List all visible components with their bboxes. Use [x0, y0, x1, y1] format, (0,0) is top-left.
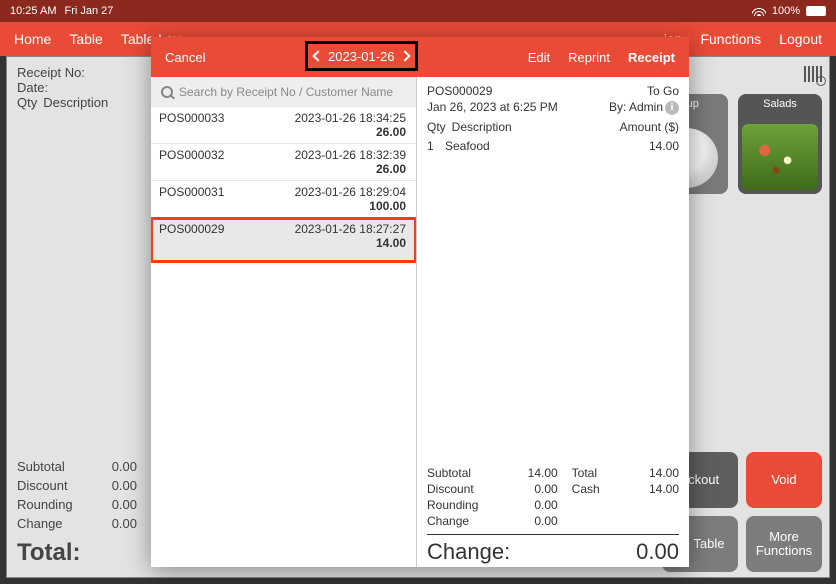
t-discount-l: Discount: [427, 482, 490, 496]
info-icon[interactable]: i: [665, 101, 679, 115]
row-no: POS000029: [159, 222, 224, 236]
item-amt: 14.00: [619, 139, 679, 153]
row-amt: 26.00: [159, 162, 406, 176]
row-ts: 2023-01-26 18:27:27: [295, 222, 406, 236]
detail-when: Jan 26, 2023 at 6:25 PM: [427, 100, 558, 115]
totals-grid: Subtotal 14.00 Total 14.00 Discount 0.00 Ca…: [427, 462, 679, 528]
row-amt: 26.00: [159, 125, 406, 139]
receipt-list-pane: Search by Receipt No / Customer Name POS…: [151, 77, 417, 567]
nav-logout[interactable]: Logout: [779, 31, 822, 47]
big-change-value: 0.00: [636, 539, 679, 565]
date-selector: 2023-01-26: [305, 41, 418, 71]
chevron-left-icon[interactable]: [312, 50, 323, 61]
row-no: POS000032: [159, 148, 224, 162]
more-functions-button[interactable]: More Functions: [746, 516, 822, 572]
t-subtotal-l: Subtotal: [427, 466, 490, 480]
battery-icon: [806, 6, 826, 16]
product-salads[interactable]: Salads: [738, 94, 822, 194]
receipt-lookup-modal: Cancel 2023-01-26 Edit Reprint Receipt S…: [151, 37, 689, 567]
status-time: 10:25 AM: [10, 5, 56, 17]
nav-home[interactable]: Home: [14, 31, 51, 47]
bg-rounding-l: Rounding: [17, 497, 73, 512]
void-button[interactable]: Void: [746, 452, 822, 508]
row-ts: 2023-01-26 18:29:04: [295, 185, 406, 199]
t-discount-v: 0.00: [504, 482, 558, 496]
row-amt: 100.00: [159, 199, 406, 213]
t-cash-l: Cash: [572, 482, 611, 496]
receipt-row[interactable]: POS000031 2023-01-26 18:29:04100.00: [151, 181, 416, 218]
status-bar: 10:25 AM Fri Jan 27 100%: [0, 0, 836, 22]
qty-header: Qty: [17, 95, 37, 110]
tab-receipt[interactable]: Receipt: [628, 50, 675, 65]
nav-table[interactable]: Table: [69, 31, 102, 47]
t-change-l: Change: [427, 514, 490, 528]
big-change-label: Change:: [427, 539, 510, 565]
battery-percent: 100%: [772, 5, 800, 17]
nav-functions[interactable]: Functions: [700, 31, 761, 47]
col-desc: Description: [452, 120, 512, 134]
barcode-icon[interactable]: [804, 66, 822, 82]
bg-subtotal-v: 0.00: [112, 459, 137, 474]
col-qty: Qty: [427, 120, 446, 134]
desc-header: Description: [43, 95, 108, 110]
detail-item-row: 1Seafood14.00: [427, 139, 679, 153]
t-subtotal-v: 14.00: [504, 466, 558, 480]
bg-discount-v: 0.00: [112, 478, 137, 493]
status-date: Fri Jan 27: [64, 5, 113, 17]
row-ts: 2023-01-26 18:34:25: [295, 111, 406, 125]
t-total-v: 14.00: [625, 466, 679, 480]
tab-reprint[interactable]: Reprint: [568, 50, 610, 65]
wifi-icon: [752, 6, 766, 16]
bg-change-v: 0.00: [112, 516, 137, 531]
salad-image: [742, 124, 818, 190]
t-cash-v: 14.00: [625, 482, 679, 496]
row-no: POS000033: [159, 111, 224, 125]
tab-edit[interactable]: Edit: [528, 50, 550, 65]
search-placeholder: Search by Receipt No / Customer Name: [179, 85, 393, 99]
receipt-row[interactable]: POS000029 2023-01-26 18:27:2714.00: [151, 218, 416, 262]
selected-date[interactable]: 2023-01-26: [328, 49, 395, 64]
cancel-button[interactable]: Cancel: [151, 50, 261, 65]
search-input[interactable]: Search by Receipt No / Customer Name: [151, 77, 416, 107]
item-desc: Seafood: [445, 139, 619, 153]
chevron-right-icon[interactable]: [399, 50, 410, 61]
row-no: POS000031: [159, 185, 224, 199]
row-ts: 2023-01-26 18:32:39: [295, 148, 406, 162]
t-rounding-v: 0.00: [504, 498, 558, 512]
t-total-l: Total: [572, 466, 611, 480]
modal-header: Cancel 2023-01-26 Edit Reprint Receipt: [151, 37, 689, 77]
row-amt: 14.00: [159, 236, 406, 250]
bg-subtotal-l: Subtotal: [17, 459, 65, 474]
receipt-detail-pane: POS000029 To Go Jan 26, 2023 at 6:25 PM …: [417, 77, 689, 567]
product-salads-label: Salads: [763, 98, 797, 110]
t-change-v: 0.00: [504, 514, 558, 528]
bg-change-l: Change: [17, 516, 63, 531]
search-icon: [161, 86, 173, 98]
detail-by: By: Admini: [609, 100, 679, 115]
receipt-row[interactable]: POS000032 2023-01-26 18:32:3926.00: [151, 144, 416, 181]
detail-type: To Go: [647, 84, 679, 98]
detail-receipt-no: POS000029: [427, 84, 492, 98]
receipt-row[interactable]: POS000033 2023-01-26 18:34:2526.00: [151, 107, 416, 144]
t-rounding-l: Rounding: [427, 498, 490, 512]
item-qty: 1: [427, 139, 445, 153]
bg-rounding-v: 0.00: [112, 497, 137, 512]
col-amount: Amount ($): [620, 120, 679, 134]
bg-discount-l: Discount: [17, 478, 68, 493]
